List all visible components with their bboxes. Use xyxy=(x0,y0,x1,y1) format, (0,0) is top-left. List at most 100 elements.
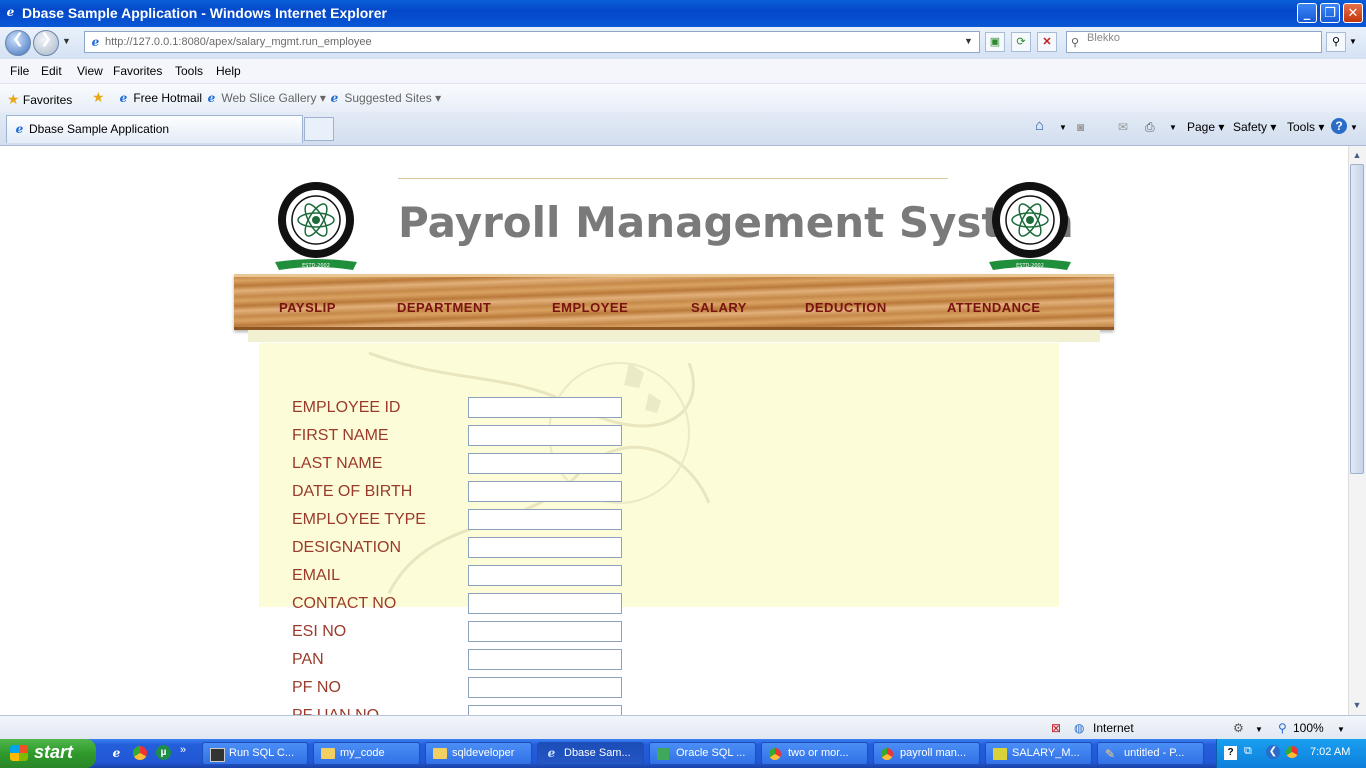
star-icon: ★ xyxy=(7,91,20,107)
tab-dbase-sample-application[interactable]: e Dbase Sample Application xyxy=(6,115,303,143)
paint-app-icon: ✎ xyxy=(1105,747,1116,761)
contact-no-input[interactable] xyxy=(468,593,622,614)
task-two-or-more[interactable]: two or mor... xyxy=(761,742,868,765)
clock[interactable]: 7:02 AM xyxy=(1310,746,1350,758)
forward-button[interactable]: ❯ xyxy=(33,30,59,56)
back-button[interactable]: ❮ xyxy=(5,30,31,56)
chrome-app-icon xyxy=(881,748,893,760)
address-dropdown-icon[interactable]: ▼ xyxy=(964,36,973,46)
menu-file[interactable]: File xyxy=(10,64,29,78)
compatibility-view-icon[interactable]: ▣ xyxy=(985,32,1005,52)
home-icon[interactable]: ⌂ xyxy=(1035,117,1044,134)
employee-type-input[interactable] xyxy=(468,509,622,530)
college-logo-left: ESTD-2002 xyxy=(275,182,357,270)
network-tray-icon[interactable]: ❮ xyxy=(1266,745,1280,759)
protected-mode-dropdown-icon[interactable]: ▼ xyxy=(1255,725,1263,734)
fav-label: Suggested Sites ▾ xyxy=(344,91,442,105)
task-sqldeveloper[interactable]: sqldeveloper xyxy=(425,742,532,765)
zoom-level[interactable]: 100% xyxy=(1293,721,1324,735)
add-favorite-icon[interactable]: ★ xyxy=(92,89,105,106)
scrollbar-thumb[interactable] xyxy=(1350,164,1364,474)
task-untitled-paint[interactable]: ✎ untitled - P... xyxy=(1097,742,1204,765)
tools-menu[interactable]: Tools ▾ xyxy=(1287,120,1324,134)
nav-deduction[interactable]: DEDUCTION xyxy=(805,300,887,315)
task-payroll-man[interactable]: payroll man... xyxy=(873,742,980,765)
quicklaunch-more-icon[interactable]: » xyxy=(180,744,186,756)
label-pf-uan-no: PF UAN NO xyxy=(292,707,379,715)
search-input[interactable]: Blekko xyxy=(1066,31,1322,53)
search-provider-icon: ⚲ xyxy=(1071,37,1080,49)
nav-department[interactable]: DEPARTMENT xyxy=(397,300,491,315)
feeds-icon[interactable]: ◙ xyxy=(1077,120,1084,134)
task-dbase-sample[interactable]: e Dbase Sam... xyxy=(537,742,644,765)
nav-attendance[interactable]: ATTENDANCE xyxy=(947,300,1041,315)
employee-id-input[interactable] xyxy=(468,397,622,418)
quicklaunch-utorrent-icon[interactable]: µ xyxy=(156,745,171,760)
zoom-icon: ⚲ xyxy=(1278,721,1287,735)
task-my-code[interactable]: my_code xyxy=(313,742,420,765)
email-input[interactable] xyxy=(468,565,622,586)
menu-view[interactable]: View xyxy=(77,64,103,78)
home-dropdown-icon[interactable]: ▼ xyxy=(1059,123,1067,132)
search-options-icon[interactable]: ▼ xyxy=(1349,37,1357,46)
page-menu[interactable]: Page ▾ xyxy=(1187,120,1224,134)
search-button-icon[interactable]: ⚲ xyxy=(1326,32,1346,52)
last-name-input[interactable] xyxy=(468,453,622,474)
print-dropdown-icon[interactable]: ▼ xyxy=(1169,123,1177,132)
menu-help[interactable]: Help xyxy=(216,64,241,78)
menu-bar: File Edit View Favorites Tools Help xyxy=(0,59,1366,84)
fav-web-slice-gallery[interactable]: e Web Slice Gallery ▾ xyxy=(205,91,326,105)
minimize-button[interactable]: _ xyxy=(1297,3,1317,23)
start-button[interactable]: start xyxy=(0,739,96,768)
protected-mode-icon[interactable]: ⚙ xyxy=(1233,721,1244,735)
display-tray-icon[interactable]: ⧉ xyxy=(1244,745,1252,758)
chrome-tray-icon[interactable] xyxy=(1286,746,1298,758)
nav-salary[interactable]: SALARY xyxy=(691,300,747,315)
help-tray-icon[interactable]: ? xyxy=(1224,746,1237,760)
refresh-icon[interactable]: ⟳ xyxy=(1011,32,1031,52)
pf-no-input[interactable] xyxy=(468,677,622,698)
menu-edit[interactable]: Edit xyxy=(41,64,62,78)
esi-no-input[interactable] xyxy=(468,621,622,642)
fav-free-hotmail[interactable]: e Free Hotmail xyxy=(117,91,202,105)
label-pan: PAN xyxy=(292,651,324,668)
stop-icon[interactable]: ✕ xyxy=(1037,32,1057,52)
nav-payslip[interactable]: PAYSLIP xyxy=(279,300,336,315)
folder-icon xyxy=(321,748,335,759)
help-dropdown-icon[interactable]: ▼ xyxy=(1350,123,1358,132)
scroll-down-icon[interactable]: ▼ xyxy=(1350,698,1364,712)
close-button[interactable]: ✕ xyxy=(1343,3,1363,23)
help-icon[interactable]: ? xyxy=(1331,118,1347,134)
task-oracle-sql[interactable]: Oracle SQL ... xyxy=(649,742,756,765)
windows-logo-icon xyxy=(10,745,28,761)
maximize-button[interactable]: ❐ xyxy=(1320,3,1340,23)
quicklaunch-ie-icon[interactable]: e xyxy=(110,747,123,760)
pan-input[interactable] xyxy=(468,649,622,670)
menu-tools[interactable]: Tools xyxy=(175,64,203,78)
window-title-bar[interactable]: e Dbase Sample Application - Windows Int… xyxy=(0,0,1366,27)
address-input[interactable]: http://127.0.0.1:8080/apex/salary_mgmt.r… xyxy=(84,31,980,53)
fav-suggested-sites[interactable]: e Suggested Sites ▾ xyxy=(328,91,441,105)
safety-menu[interactable]: Safety ▾ xyxy=(1233,120,1276,134)
pf-uan-no-input[interactable] xyxy=(468,705,622,715)
form-panel xyxy=(259,343,1059,607)
nav-employee[interactable]: EMPLOYEE xyxy=(552,300,628,315)
recent-pages-dropdown-icon[interactable]: ▼ xyxy=(62,36,71,46)
favorites-button[interactable]: ★ Favorites xyxy=(7,91,72,108)
task-label: Oracle SQL ... xyxy=(676,747,746,759)
read-mail-icon[interactable]: ✉ xyxy=(1118,120,1128,134)
zoom-dropdown-icon[interactable]: ▼ xyxy=(1337,725,1345,734)
quicklaunch-chrome-icon[interactable] xyxy=(133,746,147,760)
new-tab-button[interactable] xyxy=(304,117,334,141)
task-run-sql[interactable]: Run SQL C... xyxy=(202,742,308,765)
blocked-content-icon[interactable]: ⊠ xyxy=(1051,721,1061,735)
date-of-birth-input[interactable] xyxy=(468,481,622,502)
scroll-up-icon[interactable]: ▲ xyxy=(1350,148,1364,162)
ie-page-icon: e xyxy=(207,91,216,106)
sql-worksheet-icon xyxy=(993,748,1007,760)
first-name-input[interactable] xyxy=(468,425,622,446)
task-salary-m[interactable]: SALARY_M... xyxy=(985,742,1092,765)
designation-input[interactable] xyxy=(468,537,622,558)
print-icon[interactable]: ⎙ xyxy=(1145,120,1155,135)
menu-favorites[interactable]: Favorites xyxy=(113,64,162,78)
